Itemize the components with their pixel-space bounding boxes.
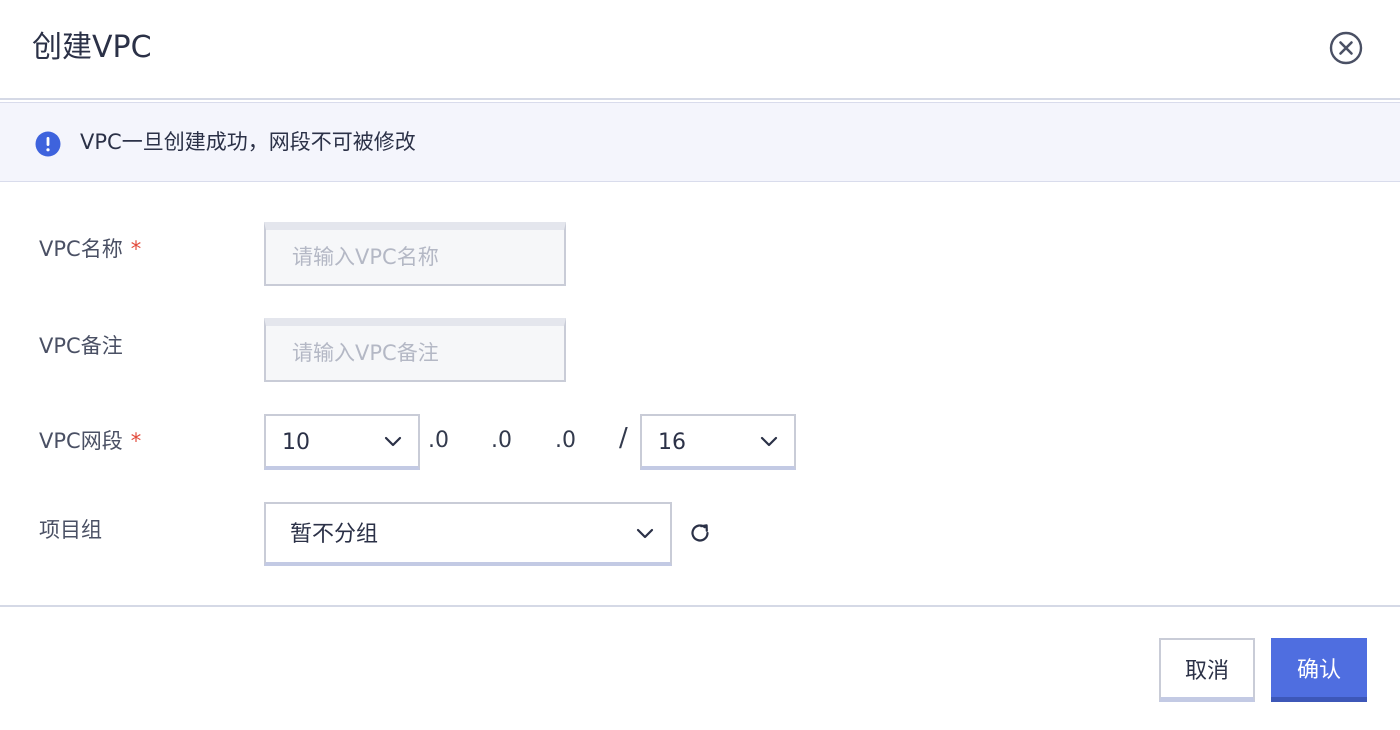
refresh-icon[interactable] [688,521,712,545]
required-mark: * [130,237,142,261]
vpc-remark-label: VPC备注 [39,334,123,358]
first-octet-value: 10 [282,430,310,455]
vpc-name-label: VPC名称 * [39,234,141,264]
info-circle-icon [35,131,61,157]
mask-value: 16 [658,430,686,455]
vpc-cidr-label-text: VPC网段 [39,429,123,453]
cidr-slash: / [619,423,628,453]
project-group-value: 暂不分组 [290,522,379,547]
dialog-title: 创建VPC [32,30,152,65]
warning-text: VPC一旦创建成功，网段不可被修改 [80,130,416,154]
close-circle-icon [1329,31,1363,65]
vpc-name-label-text: VPC名称 [39,237,123,261]
dialog-header: 创建VPC [0,0,1400,100]
close-button[interactable] [1329,31,1363,65]
chevron-down-icon [636,528,654,539]
footer-divider [0,605,1400,607]
create-vpc-dialog: 创建VPC VPC一旦创建成功，网段不可被修改 VPC名称 * VPC备注 VPC… [0,0,1400,730]
project-group-select[interactable]: 暂不分组 [264,502,672,566]
mask-select[interactable]: 16 [640,414,796,470]
octet-2: .0 [428,428,449,453]
vpc-remark-input[interactable] [264,318,566,382]
chevron-down-icon [384,436,402,447]
chevron-down-icon [760,436,778,447]
confirm-button[interactable]: 确认 [1271,638,1367,702]
vpc-cidr-label: VPC网段 * [39,426,141,456]
project-group-label: 项目组 [39,518,102,542]
cancel-button[interactable]: 取消 [1159,638,1255,702]
octet-3: .0 [491,428,512,453]
vpc-name-input[interactable] [264,222,566,286]
octet-4: .0 [555,428,576,453]
first-octet-select[interactable]: 10 [264,414,420,470]
required-mark: * [130,429,142,453]
